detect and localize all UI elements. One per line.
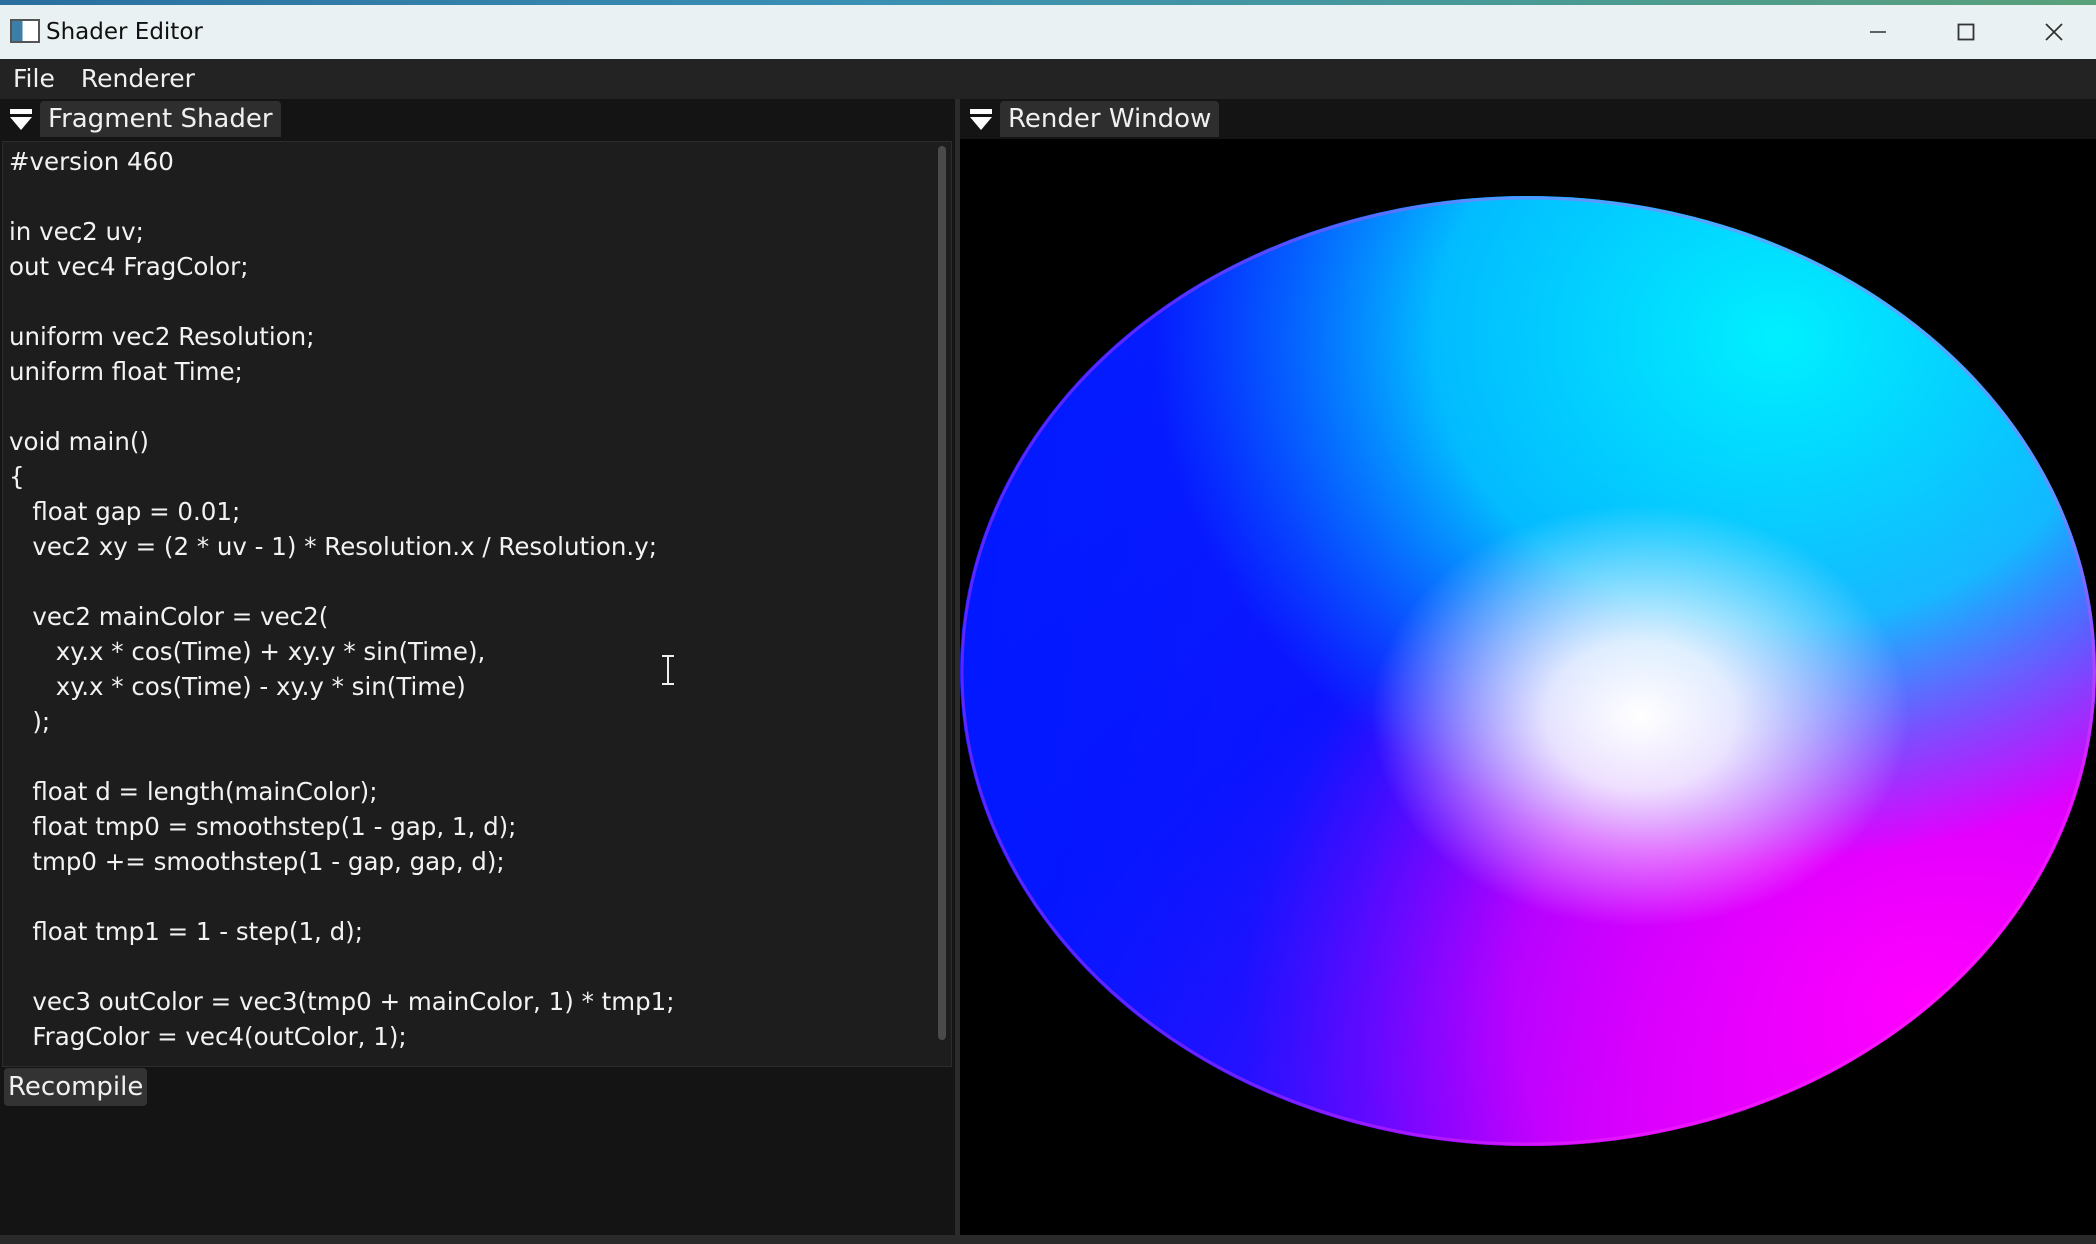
editor-scrollbar[interactable] <box>935 144 949 1064</box>
minimize-icon <box>1870 31 1886 33</box>
fragment-shader-panel: Fragment Shader #version 460 in vec2 uv; o… <box>0 99 958 1235</box>
code-line[interactable]: { <box>9 459 674 494</box>
code-line[interactable]: tmp0 += smoothstep(1 - gap, gap, d); <box>9 844 674 879</box>
render-collapse-button[interactable] <box>968 107 994 133</box>
code-line[interactable] <box>9 949 674 984</box>
code-line[interactable]: #version 460 <box>9 144 674 179</box>
window-bottom-edge <box>0 1235 2096 1244</box>
render-window-tab[interactable]: Render Window <box>1000 101 1220 137</box>
code-line[interactable] <box>9 284 674 319</box>
code-line[interactable]: xy.x * cos(Time) - xy.y * sin(Time) <box>9 669 674 704</box>
fragment-collapse-button[interactable] <box>8 107 34 133</box>
code-line[interactable]: xy.x * cos(Time) + xy.y * sin(Time), <box>9 634 674 669</box>
fragment-shader-tab[interactable]: Fragment Shader <box>40 101 281 137</box>
render-window-panel: Render Window <box>960 99 2096 1235</box>
minimize-button[interactable] <box>1834 5 1922 59</box>
fragment-shader-header: Fragment Shader <box>0 99 958 139</box>
code-line[interactable]: uniform vec2 Resolution; <box>9 319 674 354</box>
title-bar[interactable]: Shader Editor <box>0 5 2096 59</box>
menu-file[interactable]: File <box>0 59 68 99</box>
render-canvas[interactable] <box>960 139 2096 1235</box>
recompile-button[interactable]: Recompile <box>4 1068 148 1106</box>
code-line[interactable]: out vec4 FragColor; <box>9 249 674 284</box>
window-title: Shader Editor <box>46 19 203 45</box>
code-line[interactable]: vec2 mainColor = vec2( <box>9 599 674 634</box>
code-line[interactable] <box>9 564 674 599</box>
code-line[interactable] <box>9 389 674 424</box>
collapse-triangle-icon <box>10 109 32 130</box>
code-line[interactable]: vec3 outColor = vec3(tmp0 + mainColor, 1… <box>9 984 674 1019</box>
code-line[interactable] <box>9 879 674 914</box>
code-editor[interactable]: #version 460 in vec2 uv; out vec4 FragColo… <box>2 141 952 1067</box>
editor-scrollbar-thumb[interactable] <box>938 146 946 1040</box>
menu-renderer[interactable]: Renderer <box>68 59 208 99</box>
code-line[interactable]: float tmp1 = 1 - step(1, d); <box>9 914 674 949</box>
code-line[interactable]: float tmp0 = smoothstep(1 - gap, 1, d); <box>9 809 674 844</box>
code-line[interactable]: in vec2 uv; <box>9 214 674 249</box>
code-line[interactable] <box>9 739 674 774</box>
text-cursor-icon <box>662 655 674 685</box>
maximize-button[interactable] <box>1922 5 2010 59</box>
code-line[interactable] <box>9 179 674 214</box>
code-line[interactable]: float d = length(mainColor); <box>9 774 674 809</box>
code-line[interactable]: FragColor = vec4(outColor, 1); <box>9 1019 674 1054</box>
code-line[interactable]: float gap = 0.01; <box>9 494 674 529</box>
code-line[interactable]: ); <box>9 704 674 739</box>
shader-editor-window: Shader Editor File Renderer Fragment Sha… <box>0 0 2096 1244</box>
code-line[interactable]: void main() <box>9 424 674 459</box>
collapse-triangle-icon <box>970 109 992 130</box>
menu-bar: File Renderer <box>0 59 2096 99</box>
render-window-header: Render Window <box>960 99 2096 139</box>
render-output <box>960 196 2096 1146</box>
code-line[interactable]: vec2 xy = (2 * uv - 1) * Resolution.x / … <box>9 529 674 564</box>
close-icon <box>2045 23 2063 41</box>
app-icon <box>10 19 40 43</box>
code-text[interactable]: #version 460 in vec2 uv; out vec4 FragColo… <box>9 144 674 1054</box>
code-line[interactable]: uniform float Time; <box>9 354 674 389</box>
close-button[interactable] <box>2010 5 2096 59</box>
maximize-icon <box>1957 23 1975 41</box>
